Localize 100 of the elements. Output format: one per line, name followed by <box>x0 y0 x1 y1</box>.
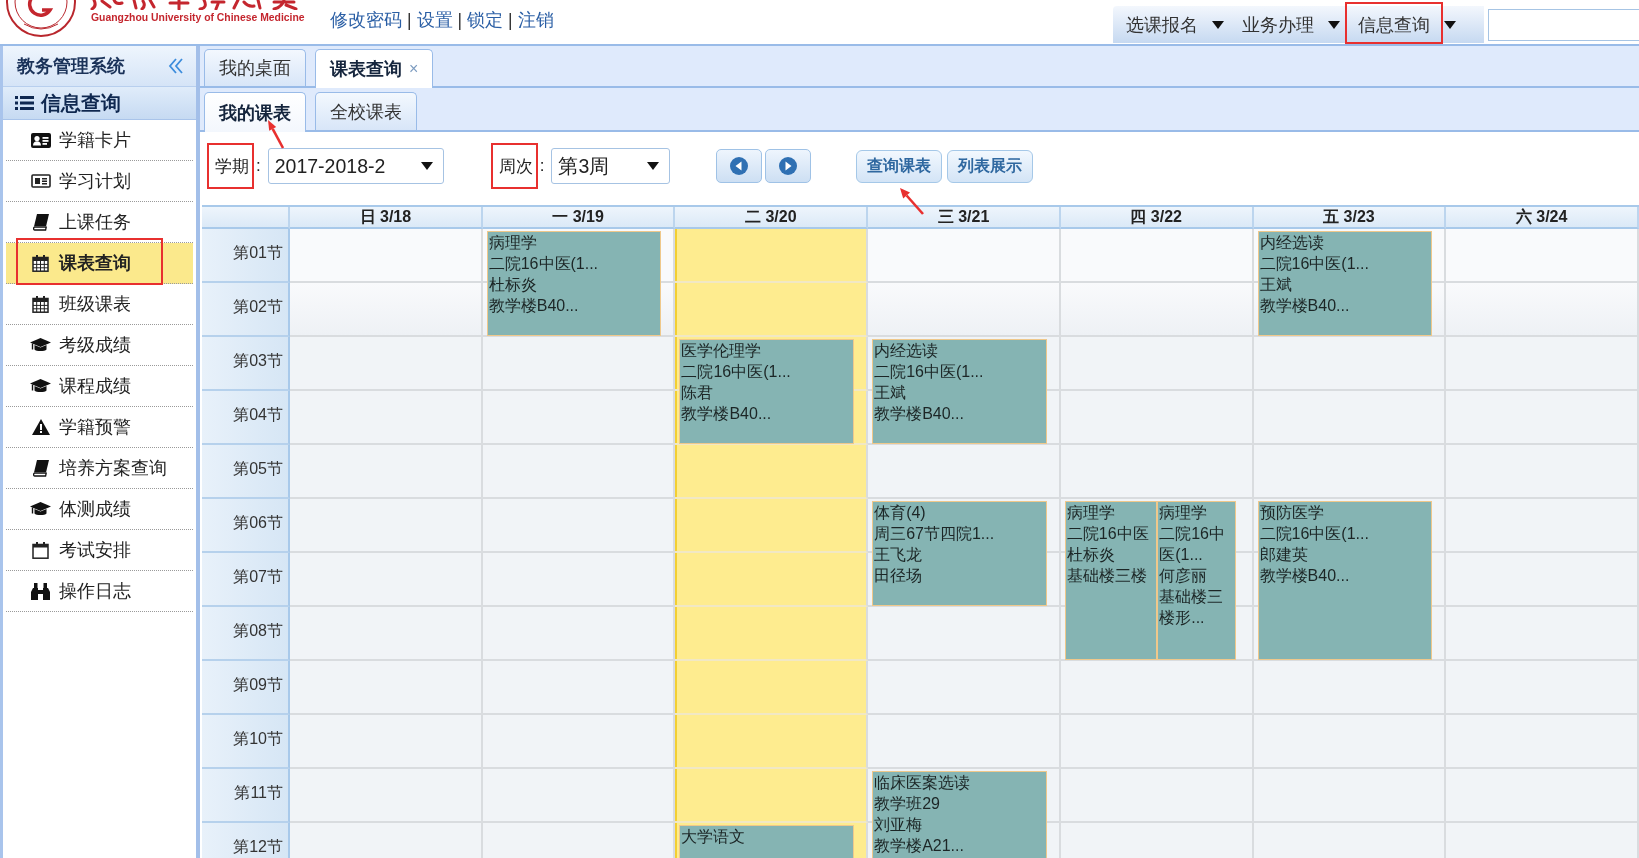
sidebar-item[interactable]: 课程成绩 <box>6 366 193 407</box>
sidebar-item[interactable]: 培养方案查询 <box>6 448 193 489</box>
class-name: 二院16中医 <box>1066 524 1149 544</box>
week-label: 周次 <box>498 155 533 178</box>
sidebar-item[interactable]: 班级课表 <box>6 284 193 325</box>
course-name: 病理学 <box>1066 503 1115 523</box>
day-header: 日 3/18 <box>290 207 483 229</box>
sidebar-item[interactable]: 学习计划 <box>6 161 193 202</box>
room-name: 教学楼B40... <box>681 404 772 424</box>
sidebar-item[interactable]: 学籍预警 <box>6 407 193 448</box>
double-chevron-left-icon[interactable] <box>168 58 184 74</box>
teacher-name: 王斌 <box>874 383 907 403</box>
calendar-icon <box>32 254 49 272</box>
binoculars-icon <box>31 582 50 600</box>
menu-item[interactable]: 业务办理 <box>1229 6 1327 43</box>
class-name: 二院16中医(1... <box>874 362 984 382</box>
course-name: 临床医案选读 <box>874 773 971 793</box>
label-colon: : <box>539 156 545 176</box>
period-label: 第11节 <box>202 769 290 823</box>
sidebar-item[interactable]: 学籍卡片 <box>6 120 193 161</box>
graduation-cap-icon <box>30 502 51 516</box>
next-button[interactable] <box>765 149 812 183</box>
period-label: 第04节 <box>202 391 290 445</box>
tab[interactable]: 我的课表 <box>204 92 306 132</box>
period-label: 第07节 <box>202 553 290 607</box>
caret-down-icon <box>420 162 433 170</box>
period-label: 第09节 <box>202 661 290 715</box>
day-header: 五 3/23 <box>1253 207 1447 229</box>
id-card-icon <box>30 132 51 148</box>
sidebar-item[interactable]: 操作日志 <box>6 571 193 612</box>
caret-down-icon <box>1328 20 1340 29</box>
period-label: 第01节 <box>202 229 290 283</box>
book-icon <box>32 213 49 231</box>
course-name: 医学伦理学 <box>681 341 762 361</box>
toolbar-button[interactable]: 列表展示 <box>947 149 1034 183</box>
course-name: 病理学 <box>1159 503 1208 523</box>
room-name: 基础楼三楼形... <box>1159 587 1225 628</box>
sidebar-item[interactable]: 考级成绩 <box>6 325 193 366</box>
room-name: 田径场 <box>874 566 923 586</box>
class-name: 二院16中医(1... <box>681 362 791 382</box>
course-name: 内经选读 <box>874 341 939 361</box>
day-header: 二 3/20 <box>675 207 869 229</box>
header-link[interactable]: 修改密码 <box>330 8 402 32</box>
room-name: 教学楼B40... <box>1259 296 1350 316</box>
class-name: 二院16中医(1... <box>1259 254 1369 274</box>
class-name: 二院16中医(1... <box>1159 524 1226 565</box>
teacher-name: 杜标炎 <box>1066 545 1115 565</box>
room-name: 教学楼B40... <box>1259 566 1350 586</box>
room-name: 教学楼B40... <box>488 296 579 316</box>
day-header: 四 3/22 <box>1060 207 1254 229</box>
day-header: 一 3/19 <box>482 207 676 229</box>
sidebar-item[interactable]: 考试安排 <box>6 530 193 571</box>
sidebar-item[interactable]: 体测成绩 <box>6 489 193 530</box>
newspaper-icon <box>30 174 51 188</box>
link-separator: | <box>407 9 412 31</box>
teacher-name: 陈君 <box>681 383 714 403</box>
class-name: 二院16中医(1... <box>488 254 599 274</box>
caret-down-icon <box>1212 20 1224 29</box>
list-icon <box>15 95 34 111</box>
menu-item[interactable]: 信息查询 <box>1345 6 1443 43</box>
class-name: 二院16中医(1... <box>1259 524 1369 544</box>
period-label: 第08节 <box>202 607 290 661</box>
label-colon: : <box>256 156 261 176</box>
period-label: 第10节 <box>202 715 290 769</box>
section-title: 信息查询 <box>41 90 121 116</box>
search-field[interactable] <box>1488 9 1639 41</box>
menu-item[interactable]: 选课报名 <box>1113 6 1211 43</box>
previous-button[interactable] <box>716 149 763 183</box>
period-label: 第06节 <box>202 499 290 553</box>
tab[interactable]: 我的桌面 <box>204 49 306 86</box>
toolbar-button[interactable]: 查询课表 <box>856 149 943 183</box>
teacher-name: 何彦丽 <box>1159 566 1208 586</box>
room-name: 基础楼三楼 <box>1066 566 1147 586</box>
class-name: 教学班29 <box>874 794 940 814</box>
room-name: 教学楼A21... <box>874 836 964 856</box>
teacher-name: 王飞龙 <box>874 545 923 565</box>
teacher-name: 杜标炎 <box>488 275 537 295</box>
tab[interactable]: 课表查询 × <box>315 49 434 88</box>
calendar-icon <box>32 295 49 313</box>
graduation-cap-icon <box>30 338 51 352</box>
header-link[interactable]: 注销 <box>517 8 554 32</box>
room-name: 教学楼B40... <box>874 404 964 424</box>
link-separator: | <box>457 9 463 31</box>
caret-down-icon <box>1444 20 1456 29</box>
day-header: 三 3/21 <box>868 207 1061 229</box>
period-label: 第02节 <box>202 283 290 337</box>
course-name: 大学语文 <box>681 827 746 847</box>
course-name: 病理学 <box>488 233 537 253</box>
week-select[interactable]: 第3周 <box>551 148 671 184</box>
sidebar-title: 教务管理系统 <box>17 55 125 78</box>
calendar-icon <box>32 541 49 559</box>
graduation-cap-icon <box>30 379 51 393</box>
class-name: 周三67节四院1... <box>874 524 995 544</box>
day-header: 六 3/24 <box>1446 207 1639 229</box>
tab[interactable]: 全校课表 <box>315 92 417 130</box>
term-select[interactable]: 2017-2018-2 <box>267 148 444 184</box>
caret-down-icon <box>647 162 660 170</box>
course-name: 预防医学 <box>1259 503 1324 523</box>
header-link[interactable]: 锁定 <box>467 8 504 32</box>
header-link[interactable]: 设置 <box>416 8 453 32</box>
